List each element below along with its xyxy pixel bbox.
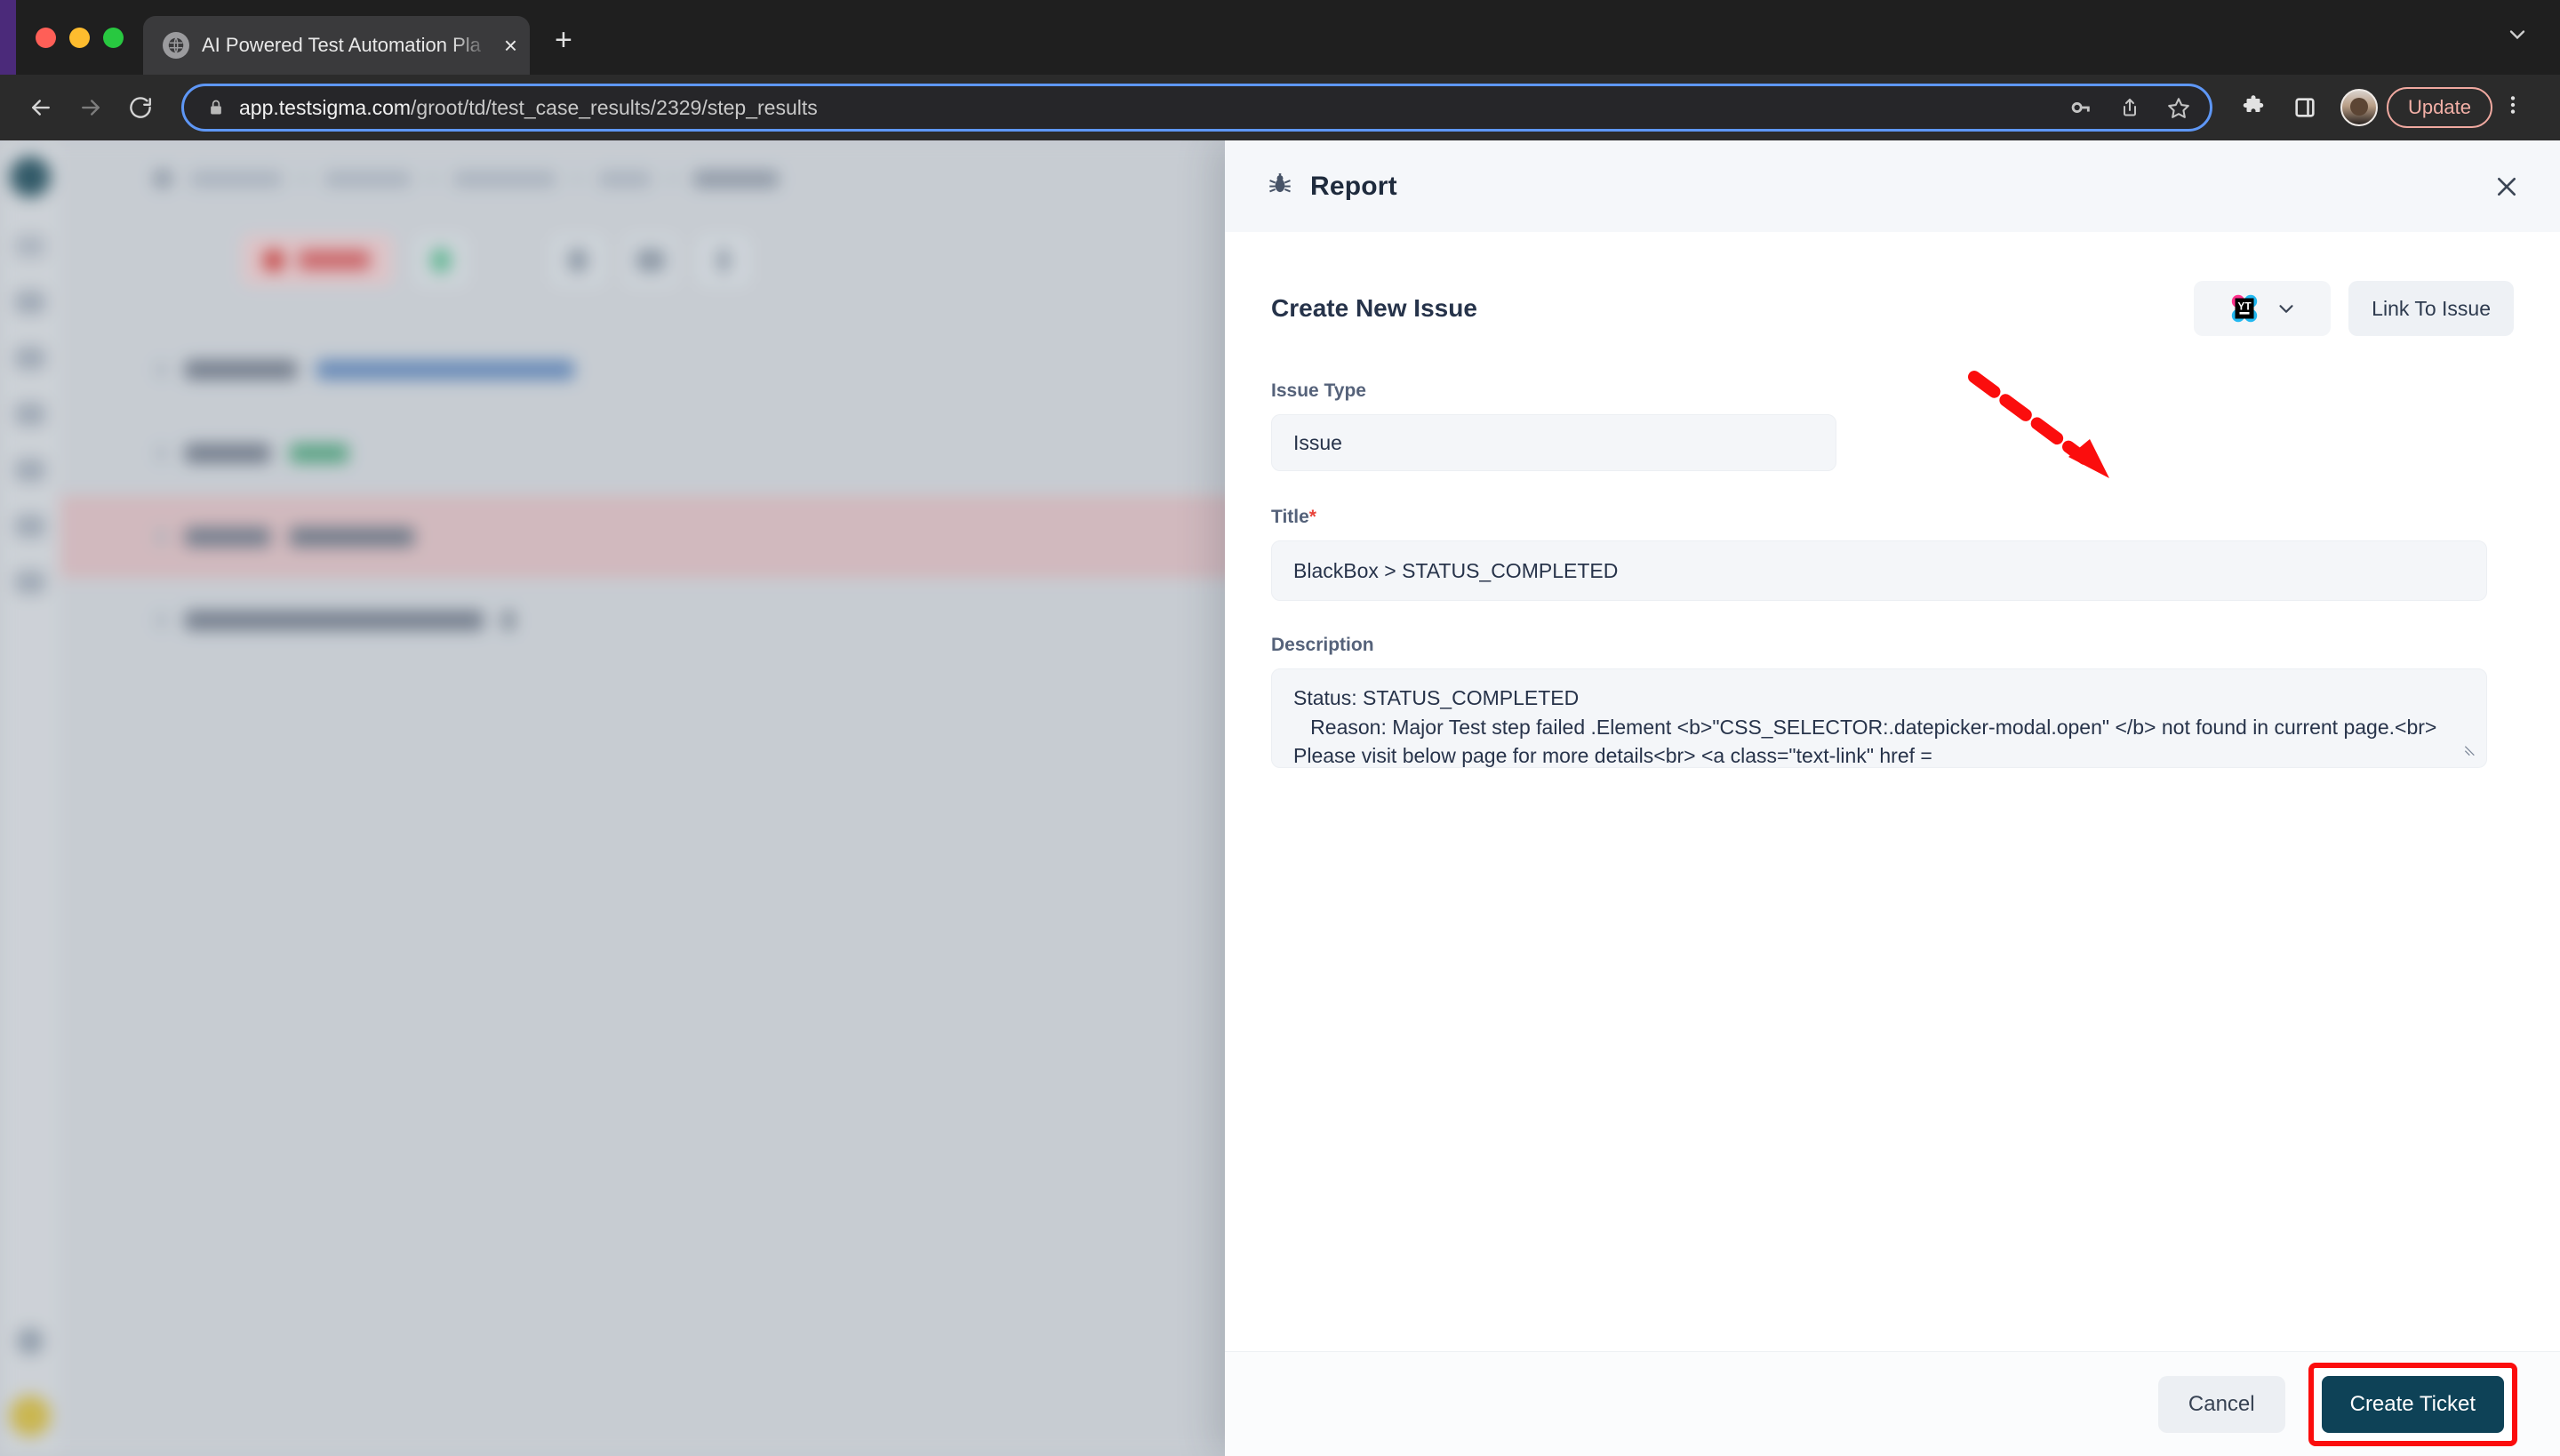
browser-toolbar: app.testsigma.com/groot/td/test_case_res… xyxy=(0,75,2560,140)
globe-icon xyxy=(163,32,189,59)
issue-tracker-select[interactable]: YT xyxy=(2194,281,2332,336)
bug-icon xyxy=(1266,170,1294,203)
close-window-button[interactable] xyxy=(36,28,56,48)
profile-avatar-button[interactable] xyxy=(2340,89,2379,126)
minimize-window-button[interactable] xyxy=(69,28,90,48)
update-button[interactable]: Update xyxy=(2387,87,2492,128)
create-new-issue-label: Create New Issue xyxy=(1271,294,1477,322)
report-panel: Report Create New Issue YT Link To Issue… xyxy=(1225,140,2560,1456)
url-path: /groot/td/test_case_results/2329/step_re… xyxy=(411,95,818,119)
new-tab-button[interactable]: + xyxy=(555,25,572,55)
svg-text:YT: YT xyxy=(2238,300,2252,313)
close-icon[interactable] xyxy=(2492,172,2521,201)
issue-type-label: Issue Type xyxy=(1271,380,1366,401)
url-host: app.testsigma.com xyxy=(239,95,412,119)
url-text: app.testsigma.com/groot/td/test_case_res… xyxy=(239,96,2055,120)
window-traffic-lights xyxy=(0,28,124,75)
create-ticket-button[interactable]: Create Ticket xyxy=(2321,1375,2504,1433)
issue-type-input[interactable]: Issue xyxy=(1271,414,1836,471)
title-label: Title* xyxy=(1271,507,2514,528)
back-arrow-icon[interactable] xyxy=(16,83,66,132)
cancel-button[interactable]: Cancel xyxy=(2157,1375,2285,1433)
share-icon[interactable] xyxy=(2119,96,2140,119)
page-viewport: Report Create New Issue YT Link To Issue… xyxy=(0,140,2560,1456)
link-to-issue-button[interactable]: Link To Issue xyxy=(2348,281,2514,336)
star-icon[interactable] xyxy=(2167,96,2190,119)
browser-titlebar: AI Powered Test Automation Pla × + xyxy=(0,0,2560,75)
tab-list-chevron-icon[interactable] xyxy=(2505,22,2560,75)
create-ticket-highlight-box: Create Ticket xyxy=(2308,1362,2517,1446)
description-textarea[interactable]: Status: STATUS_COMPLETED Reason: Major T… xyxy=(1271,668,2487,768)
panel-title: Report xyxy=(1310,171,1397,201)
tab-close-icon[interactable]: × xyxy=(504,34,517,57)
reload-icon[interactable] xyxy=(116,83,165,132)
description-group: Description Status: STATUS_COMPLETED Rea… xyxy=(1271,635,2514,768)
chevron-down-icon[interactable] xyxy=(2275,297,2298,320)
key-icon[interactable] xyxy=(2069,96,2092,119)
report-panel-body: Create New Issue YT Link To Issue Issue … xyxy=(1225,232,2560,1351)
required-asterisk: * xyxy=(1308,507,1316,527)
address-bar[interactable]: app.testsigma.com/groot/td/test_case_res… xyxy=(181,84,2213,132)
browser-tab[interactable]: AI Powered Test Automation Pla × xyxy=(143,16,530,75)
maximize-window-button[interactable] xyxy=(103,28,124,48)
lock-icon xyxy=(207,98,225,117)
report-panel-footer: Cancel Create Ticket xyxy=(1225,1351,2560,1456)
description-label: Description xyxy=(1271,635,1374,655)
puzzle-icon[interactable] xyxy=(2230,84,2276,131)
title-group: Title* BlackBox > STATUS_COMPLETED xyxy=(1271,507,2514,601)
youtrack-logo-icon: YT xyxy=(2227,291,2262,326)
side-panel-icon[interactable] xyxy=(2282,84,2328,131)
title-input[interactable]: BlackBox > STATUS_COMPLETED xyxy=(1271,540,2487,601)
create-issue-row: Create New Issue YT Link To Issue xyxy=(1271,281,2514,336)
kebab-menu-icon[interactable] xyxy=(2492,92,2533,124)
report-panel-header: Report xyxy=(1225,140,2560,232)
issue-type-group: Issue Type Issue xyxy=(1271,380,2514,471)
tab-title: AI Powered Test Automation Pla xyxy=(202,34,481,56)
forward-arrow-icon[interactable] xyxy=(66,83,116,132)
title-label-text: Title xyxy=(1271,507,1309,527)
browser-window: AI Powered Test Automation Pla × + app.t… xyxy=(0,0,2560,1456)
window-edge-accent xyxy=(0,0,16,75)
